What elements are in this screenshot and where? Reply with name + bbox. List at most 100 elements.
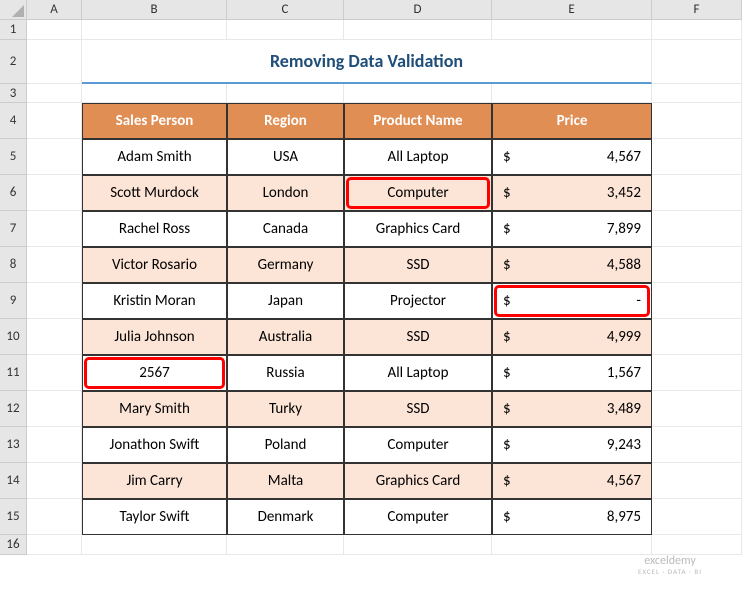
col-header-c[interactable]: C	[227, 0, 344, 20]
currency-symbol: $	[503, 508, 511, 526]
column-headers: ABCDEF	[27, 0, 742, 20]
currency-symbol: $	[503, 400, 511, 418]
row-header-6[interactable]: 6	[0, 175, 27, 211]
row-headers: 12345678910111213141516	[0, 20, 27, 555]
row-header-16[interactable]: 16	[0, 535, 27, 555]
currency-symbol: $	[503, 292, 511, 310]
price-value: 4,588	[607, 256, 641, 274]
cell-region[interactable]: Turky	[227, 391, 344, 427]
row-header-1[interactable]: 1	[0, 20, 27, 40]
highlight-box	[84, 357, 225, 389]
cell-region[interactable]: Canada	[227, 211, 344, 247]
cell-product[interactable]: SSD	[344, 247, 492, 283]
row-header-14[interactable]: 14	[0, 463, 27, 499]
price-value: 3,452	[607, 184, 641, 202]
row-header-13[interactable]: 13	[0, 427, 27, 463]
currency-symbol: $	[503, 472, 511, 490]
currency-symbol: $	[503, 436, 511, 454]
cell-product[interactable]: Graphics Card	[344, 211, 492, 247]
cells-area: Removing Data Validation Sales PersonRegi…	[27, 20, 742, 555]
row-header-10[interactable]: 10	[0, 319, 27, 355]
price-value: 3,489	[607, 400, 641, 418]
cell-product[interactable]: All Laptop	[344, 355, 492, 391]
cell-product[interactable]: Computer	[344, 499, 492, 535]
table-header-salesPerson[interactable]: Sales Person	[82, 103, 227, 139]
row-header-8[interactable]: 8	[0, 247, 27, 283]
cell-product[interactable]: SSD	[344, 319, 492, 355]
cell-salesperson[interactable]: Adam Smith	[82, 139, 227, 175]
price-value: 4,567	[607, 472, 641, 490]
currency-symbol: $	[503, 364, 511, 382]
cell-product[interactable]: Graphics Card	[344, 463, 492, 499]
row-header-3[interactable]: 3	[0, 84, 27, 103]
cell-region[interactable]: Poland	[227, 427, 344, 463]
table-header-region[interactable]: Region	[227, 103, 344, 139]
cell-price[interactable]: $9,243	[492, 427, 652, 463]
cell-product[interactable]: Computer	[344, 175, 492, 211]
cell-price[interactable]: $7,899	[492, 211, 652, 247]
highlight-box	[494, 285, 650, 317]
row-header-9[interactable]: 9	[0, 283, 27, 319]
cell-region[interactable]: Australia	[227, 319, 344, 355]
currency-symbol: $	[503, 184, 511, 202]
currency-symbol: $	[503, 148, 511, 166]
cell-salesperson[interactable]: Julia Johnson	[82, 319, 227, 355]
watermark: exceldemy EXCEL · DATA · BI	[638, 555, 702, 576]
row-header-11[interactable]: 11	[0, 355, 27, 391]
cell-product[interactable]: SSD	[344, 391, 492, 427]
cell-salesperson[interactable]: Kristin Moran	[82, 283, 227, 319]
cell-product[interactable]: All Laptop	[344, 139, 492, 175]
cell-salesperson[interactable]: Scott Murdock	[82, 175, 227, 211]
highlight-box	[346, 177, 490, 209]
cell-salesperson[interactable]: Victor Rosario	[82, 247, 227, 283]
row-header-15[interactable]: 15	[0, 499, 27, 535]
cell-price[interactable]: $4,999	[492, 319, 652, 355]
page-title: Removing Data Validation	[82, 40, 652, 84]
cell-region[interactable]: Japan	[227, 283, 344, 319]
cell-price[interactable]: $1,567	[492, 355, 652, 391]
cell-salesperson[interactable]: Taylor Swift	[82, 499, 227, 535]
cell-region[interactable]: London	[227, 175, 344, 211]
row-header-12[interactable]: 12	[0, 391, 27, 427]
price-value: 1,567	[607, 364, 641, 382]
cell-region[interactable]: Denmark	[227, 499, 344, 535]
currency-symbol: $	[503, 220, 511, 238]
price-value: 8,975	[607, 508, 641, 526]
cell-price[interactable]: $8,975	[492, 499, 652, 535]
cell-region[interactable]: Malta	[227, 463, 344, 499]
row-header-4[interactable]: 4	[0, 103, 27, 139]
currency-symbol: $	[503, 328, 511, 346]
cell-region[interactable]: USA	[227, 139, 344, 175]
cell-region[interactable]: Russia	[227, 355, 344, 391]
cell-product[interactable]: Computer	[344, 427, 492, 463]
cell-price[interactable]: $4,567	[492, 139, 652, 175]
col-header-a[interactable]: A	[27, 0, 82, 20]
cell-salesperson[interactable]: Jonathon Swift	[82, 427, 227, 463]
cell-price[interactable]: $3,452	[492, 175, 652, 211]
price-value: 4,999	[607, 328, 641, 346]
col-header-f[interactable]: F	[652, 0, 742, 20]
price-value: 9,243	[607, 436, 641, 454]
row-header-7[interactable]: 7	[0, 211, 27, 247]
col-header-e[interactable]: E	[492, 0, 652, 20]
cell-salesperson[interactable]: 2567	[82, 355, 227, 391]
price-value: 7,899	[607, 220, 641, 238]
col-header-b[interactable]: B	[82, 0, 227, 20]
cell-salesperson[interactable]: Mary Smith	[82, 391, 227, 427]
row-header-2[interactable]: 2	[0, 40, 27, 84]
cell-price[interactable]: $-	[492, 283, 652, 319]
cell-salesperson[interactable]: Jim Carry	[82, 463, 227, 499]
cell-product[interactable]: Projector	[344, 283, 492, 319]
table-header-productName[interactable]: Product Name	[344, 103, 492, 139]
cell-price[interactable]: $3,489	[492, 391, 652, 427]
price-value: 4,567	[607, 148, 641, 166]
col-header-d[interactable]: D	[344, 0, 492, 20]
cell-region[interactable]: Germany	[227, 247, 344, 283]
cell-price[interactable]: $4,588	[492, 247, 652, 283]
row-header-5[interactable]: 5	[0, 139, 27, 175]
select-all-corner[interactable]	[0, 0, 27, 20]
currency-symbol: $	[503, 256, 511, 274]
cell-salesperson[interactable]: Rachel Ross	[82, 211, 227, 247]
cell-price[interactable]: $4,567	[492, 463, 652, 499]
table-header-price[interactable]: Price	[492, 103, 652, 139]
